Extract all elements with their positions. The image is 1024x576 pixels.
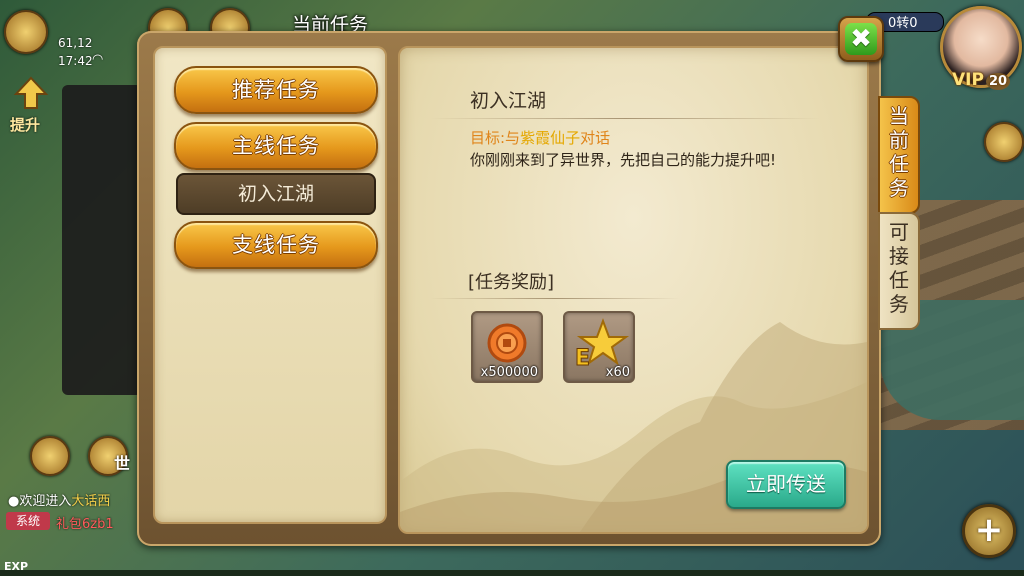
category-panel (153, 46, 387, 524)
exp-bar (0, 570, 1024, 576)
chat-welcome-highlight: 大话西 (71, 494, 111, 509)
goal-npc-link[interactable]: 紫霞仙子 (520, 129, 580, 147)
tab-char: 当 (889, 104, 909, 128)
vip-badge: VIP 20 (952, 70, 1011, 90)
tab-char: 务 (889, 292, 909, 316)
reward-title: [任务奖励] (468, 272, 555, 293)
reward-coin-quantity: x500000 (480, 365, 538, 380)
category-main-button[interactable]: 主线任务 (174, 122, 378, 170)
chat-welcome-prefix: ●欢迎进入 (8, 494, 72, 509)
goal-prefix: 目标:与 (470, 129, 521, 147)
coords-readout: 61,12 (58, 36, 93, 50)
tab-char: 前 (889, 128, 909, 152)
expand-plus-button[interactable]: + (962, 504, 1016, 558)
quest-description: 你刚刚来到了异世界，先把自己的能力提升吧! (470, 151, 777, 169)
reward-divider (430, 298, 680, 299)
wifi-icon: ◠ (92, 52, 104, 67)
quest-goal: 目标:与紫霞仙子对话 (470, 127, 610, 148)
currency-text: 0转0 (888, 16, 918, 31)
svg-text:E: E (575, 346, 590, 371)
upgrade-arrow-icon[interactable] (12, 76, 50, 110)
goal-suffix: 对话 (580, 129, 611, 147)
tab-char: 任 (889, 152, 909, 176)
world-channel-label: 世 (114, 454, 131, 473)
quest-list-item-selected[interactable]: 初入江湖 (176, 173, 376, 215)
close-icon: ✖ (845, 23, 877, 55)
reward-slot-coin[interactable]: x500000 (471, 311, 543, 383)
close-button[interactable]: ✖ (838, 16, 884, 62)
tab-char: 任 (889, 268, 909, 292)
background-dark-panel (62, 85, 142, 395)
vip-label: VIP (952, 70, 984, 90)
category-recommended-button[interactable]: 推荐任务 (174, 66, 378, 114)
reward-exp-quantity: x60 (605, 365, 630, 380)
vip-level: 20 (985, 73, 1011, 90)
tab-char: 可 (889, 220, 909, 244)
upgrade-label: 提升 (10, 116, 41, 134)
teleport-button[interactable]: 立即传送 (726, 460, 846, 509)
tab-available-quests[interactable]: 可 接 任 务 (878, 212, 920, 330)
quest-title: 初入江湖 (470, 90, 547, 112)
tab-char: 务 (889, 176, 909, 200)
system-message: 礼包6zb1 (56, 517, 114, 532)
system-badge: 系统 (6, 512, 50, 530)
clock-readout: 17:42 (58, 54, 93, 68)
chat-welcome-line: ●欢迎进入大话西 (8, 490, 110, 509)
title-divider (430, 118, 820, 119)
expand-arrow-icon[interactable] (984, 122, 1024, 162)
category-side-button[interactable]: 支线任务 (174, 221, 378, 269)
tab-char: 接 (889, 244, 909, 268)
chat-bubble-icon[interactable] (30, 436, 70, 476)
menu-scroll-icon[interactable] (4, 10, 48, 54)
tab-current-quests[interactable]: 当 前 任 务 (878, 96, 920, 214)
reward-slot-exp[interactable]: E x60 (563, 311, 635, 383)
exp-label: EXP (4, 560, 29, 573)
